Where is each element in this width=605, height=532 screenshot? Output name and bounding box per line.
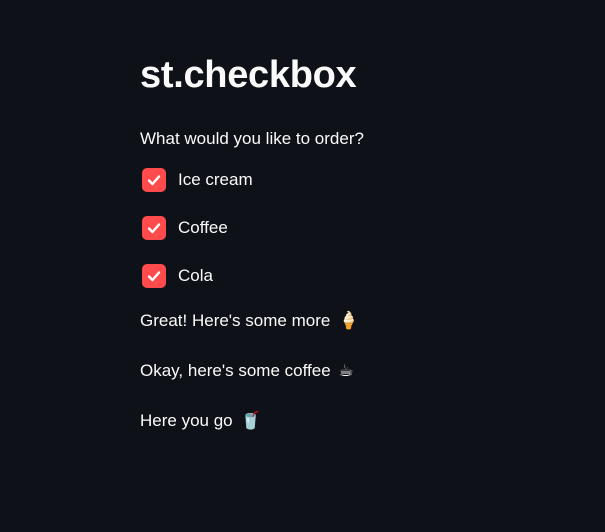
checkbox-checked-icon[interactable] [142, 216, 166, 240]
coffee-message: Okay, here's some coffee ☕ [140, 360, 580, 382]
cola-cup-icon: 🥤 [240, 411, 262, 430]
checkbox-checked-icon[interactable] [142, 264, 166, 288]
message-text: Here you go [140, 411, 233, 430]
ice-cream-icon: 🍦 [338, 311, 360, 330]
order-messages: Great! Here's some more 🍦 Okay, here's s… [140, 310, 580, 432]
main-content: st.checkbox What would you like to order… [140, 52, 580, 460]
checkbox-checked-icon[interactable] [142, 168, 166, 192]
page-title: st.checkbox [140, 54, 357, 96]
order-question: What would you like to order? [140, 129, 364, 148]
app-page: st.checkbox What would you like to order… [0, 0, 605, 532]
checkbox-label[interactable]: Cola [178, 265, 213, 287]
message-text: Great! Here's some more [140, 311, 331, 330]
coffee-icon: ☕ [338, 361, 354, 380]
checkbox-list: Ice cream Coffee Cola [140, 168, 580, 288]
checkbox-label[interactable]: Ice cream [178, 169, 253, 191]
checkbox-ice-cream[interactable]: Ice cream [140, 168, 580, 192]
checkbox-label[interactable]: Coffee [178, 217, 228, 239]
checkbox-cola[interactable]: Cola [140, 264, 580, 288]
message-text: Okay, here's some coffee [140, 361, 331, 380]
ice-cream-message: Great! Here's some more 🍦 [140, 310, 580, 332]
cola-message: Here you go 🥤 [140, 410, 580, 432]
checkbox-coffee[interactable]: Coffee [140, 216, 580, 240]
